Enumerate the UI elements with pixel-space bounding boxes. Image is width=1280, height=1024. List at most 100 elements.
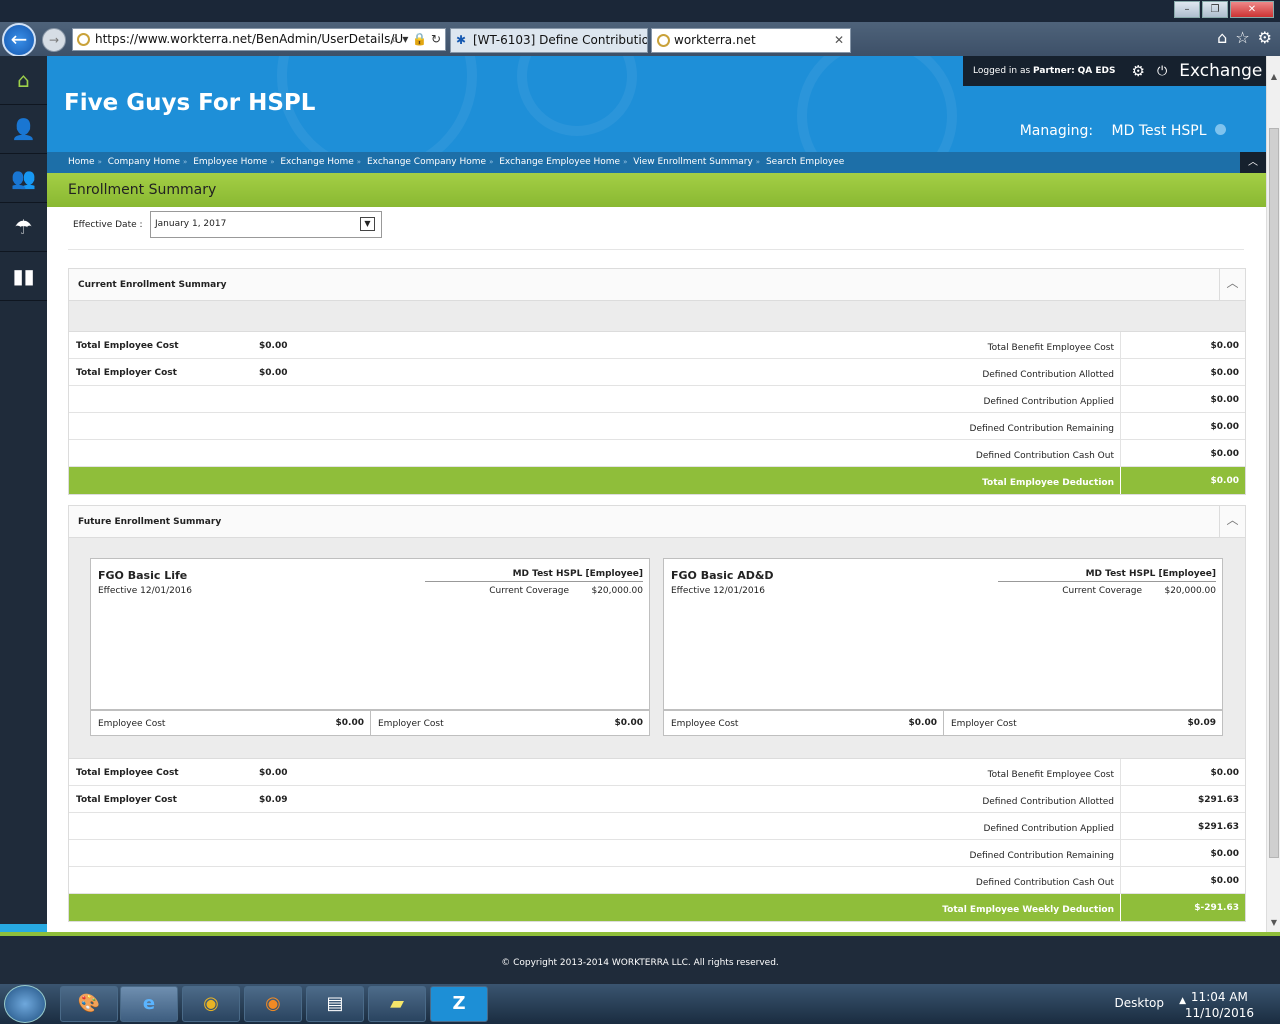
forward-button[interactable]: → — [42, 28, 66, 52]
managing-label: Managing: — [1019, 123, 1094, 139]
row-right-label: Defined Contribution Cash Out — [975, 451, 1114, 461]
exchange-link[interactable]: Exchange — [1179, 61, 1262, 81]
breadcrumb-view-enrollment-summary[interactable]: View Enrollment Summary — [633, 157, 753, 167]
start-button[interactable] — [4, 985, 46, 1023]
breadcrumb-search-employee[interactable]: Search Employee — [766, 157, 844, 167]
current-enrollment-section: Current Enrollment Summary ︿ Total Emplo… — [68, 268, 1246, 495]
benefit-card-basic-add: FGO Basic AD&D Effective 12/01/2016 MD T… — [663, 558, 1223, 736]
collapse-header-button[interactable]: ︿ — [1240, 152, 1266, 173]
site-icon — [657, 34, 670, 47]
breadcrumb-home[interactable]: Home — [68, 157, 95, 167]
summary-row: Defined Contribution Applied $291.63 — [69, 813, 1245, 840]
column-divider — [1120, 467, 1121, 494]
gear-icon[interactable]: ⚙ — [1132, 62, 1145, 80]
breadcrumb-company-home[interactable]: Company Home — [108, 157, 180, 167]
employer-cost-value: $0.00 — [614, 718, 643, 728]
users-icon: 👥 — [11, 166, 36, 190]
taskbar-paint[interactable]: 🎨 — [60, 986, 118, 1022]
header-decoration — [517, 56, 637, 136]
partner-value: QA EDS — [1077, 66, 1116, 76]
column-divider — [1120, 786, 1121, 812]
breadcrumb-separator: » — [183, 158, 188, 166]
sidebar-item-home[interactable]: ⌂ — [0, 56, 47, 105]
column-divider — [1120, 386, 1121, 412]
partner-label: Partner: — [1033, 66, 1075, 76]
scrollbar-thumb[interactable] — [1269, 128, 1279, 858]
bar-chart-icon: ▮▮ — [12, 264, 35, 288]
desktop-toolbar-label[interactable]: Desktop — [1115, 996, 1165, 1010]
taskbar-chrome[interactable]: ◉ — [182, 986, 240, 1022]
address-bar[interactable]: https://www.workterra.net/BenAdmin/UserD… — [72, 28, 446, 51]
close-tab-icon[interactable]: ✕ — [834, 29, 844, 52]
breadcrumb-exchange-company-home[interactable]: Exchange Company Home — [367, 157, 486, 167]
total-deduction-row: Total Employee Deduction $0.00 — [69, 467, 1245, 494]
employer-cost-label: Employer Cost — [951, 719, 1017, 729]
home-icon[interactable]: ⌂ — [1217, 28, 1227, 47]
row-right-value: $0.00 — [1210, 422, 1239, 432]
row-right-label: Total Benefit Employee Cost — [987, 343, 1114, 353]
taskbar-firefox[interactable]: ◉ — [244, 986, 302, 1022]
breadcrumb-exchange-employee-home[interactable]: Exchange Employee Home — [499, 157, 620, 167]
breadcrumb-employee-home[interactable]: Employee Home — [193, 157, 267, 167]
effective-date-select[interactable]: January 1, 2017 ▼ — [150, 211, 382, 238]
star-icon[interactable]: ☆ — [1235, 28, 1249, 47]
breadcrumb-separator: » — [489, 158, 494, 166]
windows-taskbar: 🎨 e ◉ ◉ ▤ ▰ Z Desktop ▲ 11:04 AM 11/10/2… — [0, 984, 1280, 1024]
info-icon[interactable] — [1215, 124, 1226, 135]
page-scrollbar[interactable]: ▲ ▼ — [1266, 56, 1280, 934]
browser-tab-jira[interactable]: ✱ [WT-6103] Define Contribution... — [450, 28, 648, 53]
refresh-icon[interactable]: ↻ — [431, 32, 441, 46]
sidebar-item-employee[interactable]: 👤 — [0, 105, 47, 154]
column-divider — [1120, 813, 1121, 839]
managing-value: MD Test HSPL — [1111, 123, 1207, 139]
row-left-value: $0.00 — [259, 768, 288, 778]
scroll-down-arrow[interactable]: ▼ — [1267, 918, 1280, 932]
page-footer: © Copyright 2013-2014 WORKTERRA LLC. All… — [0, 936, 1280, 984]
chevron-down-icon[interactable]: ▼ — [360, 217, 375, 231]
taskbar-sticky-notes[interactable]: ▰ — [368, 986, 426, 1022]
sidebar-item-benefits[interactable]: ☂ — [0, 203, 47, 252]
address-tools[interactable]: ⌕ ▾ 🔒 ↻ — [392, 29, 441, 50]
clock[interactable]: 11:04 AM 11/10/2016 — [1185, 989, 1254, 1021]
url-text: https://www.workterra.net/BenAdmin/UserD… — [95, 32, 404, 46]
row-right-value: $0.00 — [1210, 876, 1239, 886]
umbrella-icon: ☂ — [14, 215, 33, 239]
sidebar: ⌂ 👤 👥 ☂ ▮▮ — [0, 56, 47, 934]
summary-row: Defined Contribution Applied $0.00 — [69, 386, 1245, 413]
window-titlebar: – ❐ ✕ — [0, 0, 1280, 22]
row-right-label: Defined Contribution Remaining — [969, 424, 1114, 434]
sidebar-item-employees[interactable]: 👥 — [0, 154, 47, 203]
employee-cost-cell: Employee Cost $0.00 — [91, 711, 370, 735]
chevron-up-icon[interactable]: ︿ — [1219, 269, 1245, 300]
close-window-button[interactable]: ✕ — [1230, 1, 1274, 18]
column-divider — [1120, 413, 1121, 439]
column-divider — [1120, 894, 1121, 921]
column-divider — [1120, 332, 1121, 358]
minimize-button[interactable]: – — [1174, 1, 1200, 18]
summary-row: Total Employer Cost $0.09 Defined Contri… — [69, 786, 1245, 813]
benefit-cards-area: FGO Basic Life Effective 12/01/2016 MD T… — [69, 538, 1245, 759]
chevron-up-icon: ︿ — [1248, 157, 1258, 168]
effective-date-bar: Effective Date : January 1, 2017 ▼ — [68, 207, 1244, 250]
breadcrumb-exchange-home[interactable]: Exchange Home — [280, 157, 353, 167]
search-icon[interactable]: ⌕ — [392, 32, 399, 46]
power-icon[interactable]: ⏻ — [1157, 64, 1167, 79]
current-enrollment-header[interactable]: Current Enrollment Summary ︿ — [69, 269, 1245, 301]
section-title: Current Enrollment Summary — [78, 280, 227, 290]
sidebar-item-reports[interactable]: ▮▮ — [0, 252, 47, 301]
back-button[interactable]: ← — [2, 23, 36, 57]
row-right-value: $0.00 — [1210, 849, 1239, 859]
scroll-up-arrow[interactable]: ▲ — [1267, 72, 1280, 86]
header-decoration — [797, 56, 957, 152]
tab-label: workterra.net — [674, 33, 756, 47]
taskbar-z-app[interactable]: Z — [430, 986, 488, 1022]
restore-button[interactable]: ❐ — [1202, 1, 1228, 18]
browser-tab-workterra[interactable]: workterra.net ✕ — [651, 28, 851, 53]
taskbar-notepad[interactable]: ▤ — [306, 986, 364, 1022]
chevron-up-icon[interactable]: ︿ — [1219, 506, 1245, 537]
taskbar-ie[interactable]: e — [120, 986, 178, 1022]
gear-icon[interactable]: ⚙ — [1258, 28, 1272, 47]
effective-date-label: Effective Date : — [73, 220, 143, 230]
future-enrollment-header[interactable]: Future Enrollment Summary ︿ — [69, 506, 1245, 538]
employer-cost-cell: Employer Cost $0.09 — [943, 711, 1222, 735]
